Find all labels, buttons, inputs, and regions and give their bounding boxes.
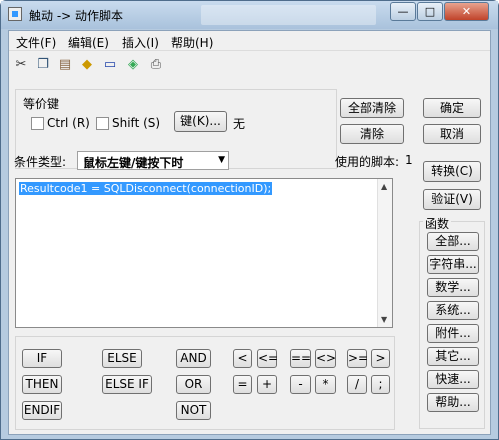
greater-than-button[interactable]: > — [371, 349, 390, 368]
cancel-button[interactable]: 取消 — [423, 124, 481, 144]
window-title: 触动 -> 动作脚本 — [29, 9, 124, 23]
toolbar: ✂ ❐ ▤ ◆ ▭ ◈ ⎙ — [9, 52, 490, 78]
function-quick-button[interactable]: 快速... — [427, 370, 479, 389]
function-group-title: 函数 — [423, 215, 452, 232]
and-button[interactable]: AND — [176, 349, 211, 368]
scroll-down-icon[interactable]: ▼ — [381, 315, 387, 324]
clear-button[interactable]: 清除 — [340, 124, 404, 144]
ok-button[interactable]: 确定 — [423, 98, 481, 118]
close-button[interactable]: ✕ — [444, 2, 489, 21]
greater-equal-button[interactable]: >= — [347, 349, 368, 368]
ctrl-checkbox[interactable] — [31, 117, 44, 130]
background-window-ghost — [201, 5, 376, 25]
object-icon[interactable]: ◈ — [125, 57, 141, 73]
if-button[interactable]: IF — [22, 349, 62, 368]
menu-insert[interactable]: 插入(I) — [122, 34, 159, 51]
condition-type-label: 条件类型: — [14, 155, 67, 169]
then-button[interactable]: THEN — [22, 375, 62, 394]
key-value: 无 — [233, 117, 246, 131]
dialog-window: 触动 -> 动作脚本 — □ ✕ 文件(F) 编辑(E) 插入(I) 帮助(H)… — [0, 0, 499, 440]
dialog-client: 文件(F) 编辑(E) 插入(I) 帮助(H) ✂ ❐ ▤ ◆ ▭ ◈ ⎙ 等价… — [8, 30, 491, 435]
function-string-button[interactable]: 字符串... — [427, 255, 479, 274]
divide-button[interactable]: / — [347, 375, 367, 394]
condition-type-value: 鼠标左键/键按下时 — [83, 156, 184, 170]
convert-button[interactable]: 转换(C) — [423, 161, 481, 182]
copy-icon[interactable]: ❐ — [35, 57, 51, 73]
menu-bar: 文件(F) 编辑(E) 插入(I) 帮助(H) — [9, 31, 490, 51]
scroll-up-icon[interactable]: ▲ — [381, 182, 387, 191]
less-than-button[interactable]: < — [233, 349, 252, 368]
shift-label: Shift (S) — [112, 116, 161, 130]
or-button[interactable]: OR — [176, 375, 211, 394]
script-used-count: 1 — [405, 153, 413, 167]
function-system-button[interactable]: 系统... — [427, 301, 479, 320]
assign-button[interactable]: = — [233, 375, 252, 394]
cut-icon[interactable]: ✂ — [13, 57, 29, 73]
multiply-button[interactable]: * — [315, 375, 336, 394]
else-button[interactable]: ELSE — [102, 349, 142, 368]
key-button[interactable]: 键(K)... — [174, 111, 227, 132]
less-equal-button[interactable]: <= — [257, 349, 278, 368]
clear-all-button[interactable]: 全部清除 — [340, 98, 404, 118]
print-icon[interactable]: ⎙ — [148, 57, 164, 73]
equals-button[interactable]: == — [290, 349, 311, 368]
menu-file[interactable]: 文件(F) — [16, 34, 56, 51]
semicolon-button[interactable]: ; — [371, 375, 390, 394]
title-bar[interactable]: 触动 -> 动作脚本 — □ ✕ — [1, 1, 498, 29]
menu-help[interactable]: 帮助(H) — [171, 34, 213, 51]
tag-icon[interactable]: ◆ — [79, 57, 95, 73]
verify-button[interactable]: 验证(V) — [423, 189, 481, 210]
ctrl-label: Ctrl (R) — [47, 116, 90, 130]
paste-icon[interactable]: ▤ — [57, 57, 73, 73]
else-if-button[interactable]: ELSE IF — [102, 375, 152, 394]
script-editor[interactable]: Resultcode1 = SQLDisconnect(connectionID… — [15, 178, 393, 328]
script-used-label: 使用的脚本: — [335, 155, 400, 169]
minimize-button[interactable]: — — [390, 2, 416, 21]
not-equal-button[interactable]: <> — [315, 349, 336, 368]
function-all-button[interactable]: 全部... — [427, 232, 479, 251]
equiv-key-title: 等价键 — [23, 97, 60, 111]
app-icon — [8, 7, 22, 21]
function-help-button[interactable]: 帮助... — [427, 393, 479, 412]
chevron-down-icon[interactable]: ▼ — [218, 155, 225, 165]
function-addon-button[interactable]: 附件... — [427, 324, 479, 343]
maximize-button[interactable]: □ — [417, 2, 443, 21]
plus-button[interactable]: + — [257, 375, 277, 394]
script-code[interactable]: Resultcode1 = SQLDisconnect(connectionID… — [19, 182, 273, 195]
frame-icon[interactable]: ▭ — [102, 57, 118, 73]
function-math-button[interactable]: 数学... — [427, 278, 479, 297]
function-other-button[interactable]: 其它... — [427, 347, 479, 366]
not-button[interactable]: NOT — [176, 401, 211, 420]
minus-button[interactable]: - — [290, 375, 311, 394]
endif-button[interactable]: ENDIF — [22, 401, 62, 420]
condition-type-select[interactable]: 鼠标左键/键按下时 ▼ — [77, 151, 229, 170]
shift-checkbox[interactable] — [96, 117, 109, 130]
menu-edit[interactable]: 编辑(E) — [68, 34, 109, 51]
editor-scrollbar[interactable]: ▲ ▼ — [377, 179, 392, 327]
